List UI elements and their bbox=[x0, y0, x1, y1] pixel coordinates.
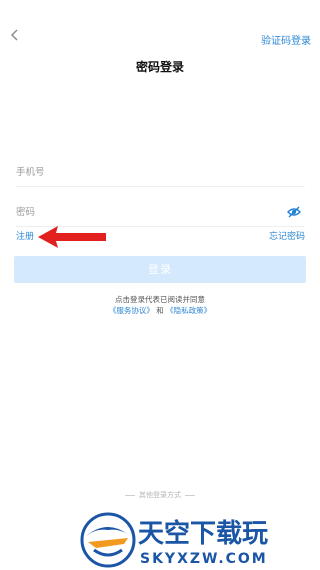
back-arrow-icon[interactable] bbox=[8, 28, 22, 42]
other-login-label: 其他登录方式 bbox=[139, 491, 181, 499]
agreement-text: 点击登录代表已阅读并同意 《服务协议》 和 《隐私政策》 bbox=[0, 294, 320, 316]
skyxzw-watermark-logo: 天空下载玩 SKYXZW.COM bbox=[80, 512, 268, 568]
phone-field-container bbox=[16, 160, 305, 187]
login-button[interactable]: 登录 bbox=[14, 256, 306, 283]
phone-input[interactable] bbox=[16, 160, 266, 185]
eye-off-icon[interactable] bbox=[287, 205, 301, 219]
privacy-policy-link[interactable]: 《隐私政策》 bbox=[166, 306, 211, 315]
red-arrow-annotation bbox=[38, 226, 106, 248]
other-login-methods: 其他登录方式 bbox=[0, 490, 320, 500]
agreement-and: 和 bbox=[156, 306, 164, 315]
watermark-en: SKYXZW.COM bbox=[140, 551, 268, 567]
divider bbox=[185, 494, 195, 496]
service-agreement-link[interactable]: 《服务协议》 bbox=[109, 306, 154, 315]
verification-code-login-link[interactable]: 验证码登录 bbox=[261, 32, 311, 47]
divider bbox=[125, 494, 135, 496]
agreement-line: 点击登录代表已阅读并同意 bbox=[115, 295, 205, 304]
forgot-password-link[interactable]: 忘记密码 bbox=[269, 229, 305, 242]
watermark-cn: 天空下载玩 bbox=[138, 518, 268, 549]
page-title: 密码登录 bbox=[135, 60, 184, 74]
